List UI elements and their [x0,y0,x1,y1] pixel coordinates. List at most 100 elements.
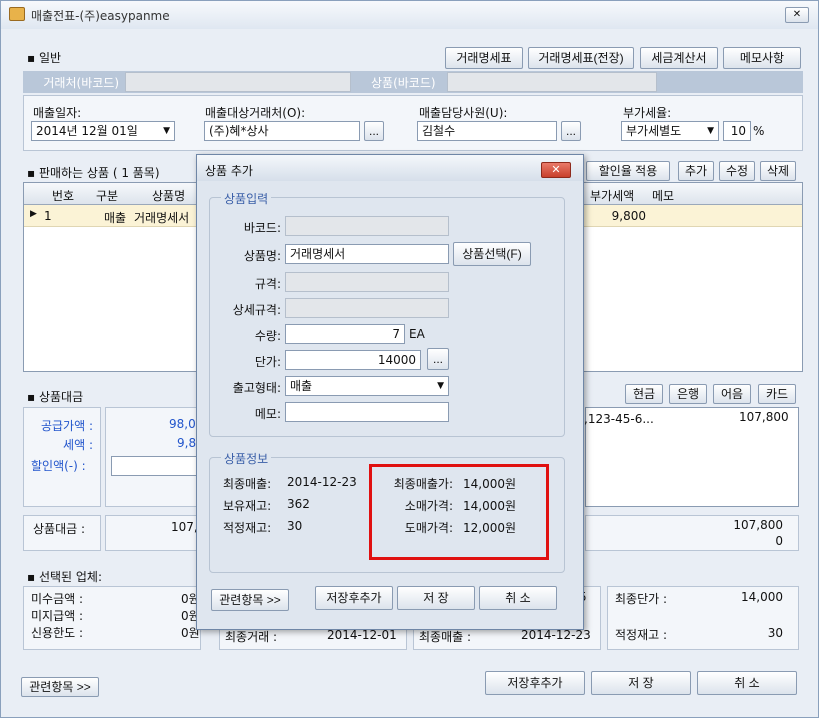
dialog-title: 상품 추가 [205,164,253,178]
bill-button[interactable]: 어음 [713,384,751,404]
chevron-down-icon: ▼ [163,126,170,136]
barcode-label: 바코드: [243,221,281,235]
last-trade-value: 2014-12-01 [327,628,397,642]
last-trade-label: 최종거래 : [225,630,278,644]
unit-price-label: 단가: [254,355,281,369]
barcode-field[interactable] [285,216,449,236]
last-sale-label: 최종매출: [223,477,272,491]
sales-date-field[interactable]: 2014년 12월 01일 ▼ [31,121,175,141]
tax-label: 세액 : [63,438,93,452]
save-button[interactable]: 저 장 [591,671,691,695]
supply-label: 공급가액 : [40,419,93,433]
customer-lookup-button[interactable]: ... [364,121,384,141]
row-vat: 9,800 [611,209,646,223]
product-barcode-field[interactable] [447,72,657,92]
dialog-memo-label: 메모: [254,407,281,421]
col-header-name: 상품명 [152,189,186,203]
memo-button[interactable]: 메모사항 [723,47,801,69]
dialog-memo-field[interactable] [285,402,449,422]
wholesale-price-label: 도매가격: [404,521,453,535]
unpaid-label: 미수금액 : [31,592,84,606]
customer-barcode-label: 거래처(바코드) [43,76,119,90]
window-title: 매출전표-(주)easypanme [31,9,170,23]
dialog-title-bar [197,155,583,181]
last-sale-price-value: 14,000원 [463,477,517,491]
price-lookup-button[interactable]: ... [427,348,449,370]
discount-field[interactable] [111,456,199,476]
cash-button[interactable]: 현금 [625,384,663,404]
card-button[interactable]: 카드 [758,384,796,404]
staff-label: 매출담당사원(U): [419,106,508,120]
vat-rate-field[interactable]: 10 [723,121,751,141]
stock-value: 362 [287,497,310,511]
proper-label: 적정재고: [223,521,272,535]
chevron-down-icon: ▼ [707,126,714,136]
vat-label: 부가세율: [623,106,672,120]
delete-item-button[interactable]: 삭제 [760,161,796,181]
statement-button[interactable]: 거래명세표 [445,47,523,69]
customer-field[interactable]: (주)혜*상사 [204,121,360,141]
add-item-button[interactable]: 추가 [678,161,714,181]
sales-date-value: 2014년 12월 01일 [36,124,138,138]
vat-unit: % [753,124,765,138]
related-items-button[interactable]: 관련항목 >> [21,677,99,697]
staff-field[interactable]: 김철수 [417,121,557,141]
right-total-2: 0 [775,534,783,548]
payment-section-label: ▪ 상품대금 [27,390,84,404]
col-header-type: 구분 [96,189,119,203]
col-header-memo: 메모 [652,189,675,203]
product-barcode-label: 상품(바코드) [371,76,436,90]
close-button[interactable]: ✕ [785,7,809,23]
supply-value: 98,0 [169,417,196,431]
unpaid2-label: 미지급액 : [31,609,84,623]
row-type: 매출 [104,211,127,225]
total-label: 상품대금 : [33,522,86,536]
vat-mode-select[interactable]: 부가세별도 ▼ [621,121,719,141]
tax-value: 9,8 [177,436,197,450]
select-product-button[interactable]: 상품선택(F) [453,242,531,266]
ship-type-select[interactable]: 매출 ▼ [285,376,449,396]
last-sale-bg-value: 2014-12-23 [521,628,591,642]
ship-type-value: 매출 [290,379,313,393]
row-pointer-icon: ▶ [30,209,37,219]
detail-spec-field[interactable] [285,298,449,318]
unit-price-field[interactable]: 14000 [285,350,421,370]
col-header-no: 번호 [52,189,75,203]
last-sale-bg-label: 최종매출 : [419,630,472,644]
product-name-field[interactable]: 거래명세서 [285,244,449,264]
dialog-save-button[interactable]: 저 장 [397,586,475,610]
dialog-close-button[interactable]: ✕ [541,162,571,178]
vat-mode-value: 부가세별도 [626,124,682,138]
customer-barcode-field[interactable] [125,72,351,92]
dialog-related-button[interactable]: 관련항목 >> [211,589,289,611]
quantity-unit: EA [409,327,425,341]
right-total-1: 107,800 [733,518,783,532]
detail-spec-label: 상세규격: [232,303,281,317]
stock-label: 보유재고: [223,499,272,513]
product-input-title: 상품입력 [221,190,272,207]
staff-lookup-button[interactable]: ... [561,121,581,141]
statement-full-button[interactable]: 거래명세표(전장) [528,47,634,69]
last-price-label: 최종단가 : [615,592,668,606]
save-and-add-button[interactable]: 저장후추가 [485,671,585,695]
dialog-cancel-button[interactable]: 취 소 [479,586,557,610]
spec-label: 규격: [254,277,281,291]
account-amount: 107,800 [739,410,789,424]
apply-discount-button[interactable]: 할인율 적용 [586,161,670,181]
last-price-value: 14,000 [741,590,783,604]
last-sale-price-label: 최종매출가: [393,477,453,491]
bank-button[interactable]: 은행 [669,384,707,404]
title-bar: 매출전표-(주)easypanme ✕ [1,1,818,29]
discount-label: 할인액(-) : [31,459,86,473]
spec-field[interactable] [285,272,449,292]
add-product-dialog: 상품 추가 ✕ 상품입력 바코드: 상품명: 거래명세서 상품선택(F) 규격:… [196,154,584,630]
proper-stock-value: 30 [767,626,783,640]
quantity-field[interactable]: 7 [285,324,405,344]
edit-item-button[interactable]: 수정 [719,161,755,181]
retail-price-value: 14,000원 [463,499,517,513]
tax-invoice-button[interactable]: 세금계산서 [640,47,718,69]
dialog-save-add-button[interactable]: 저장후추가 [315,586,393,610]
cancel-button[interactable]: 취 소 [697,671,797,695]
quantity-label: 수량: [254,329,281,343]
row-no: 1 [44,209,52,223]
